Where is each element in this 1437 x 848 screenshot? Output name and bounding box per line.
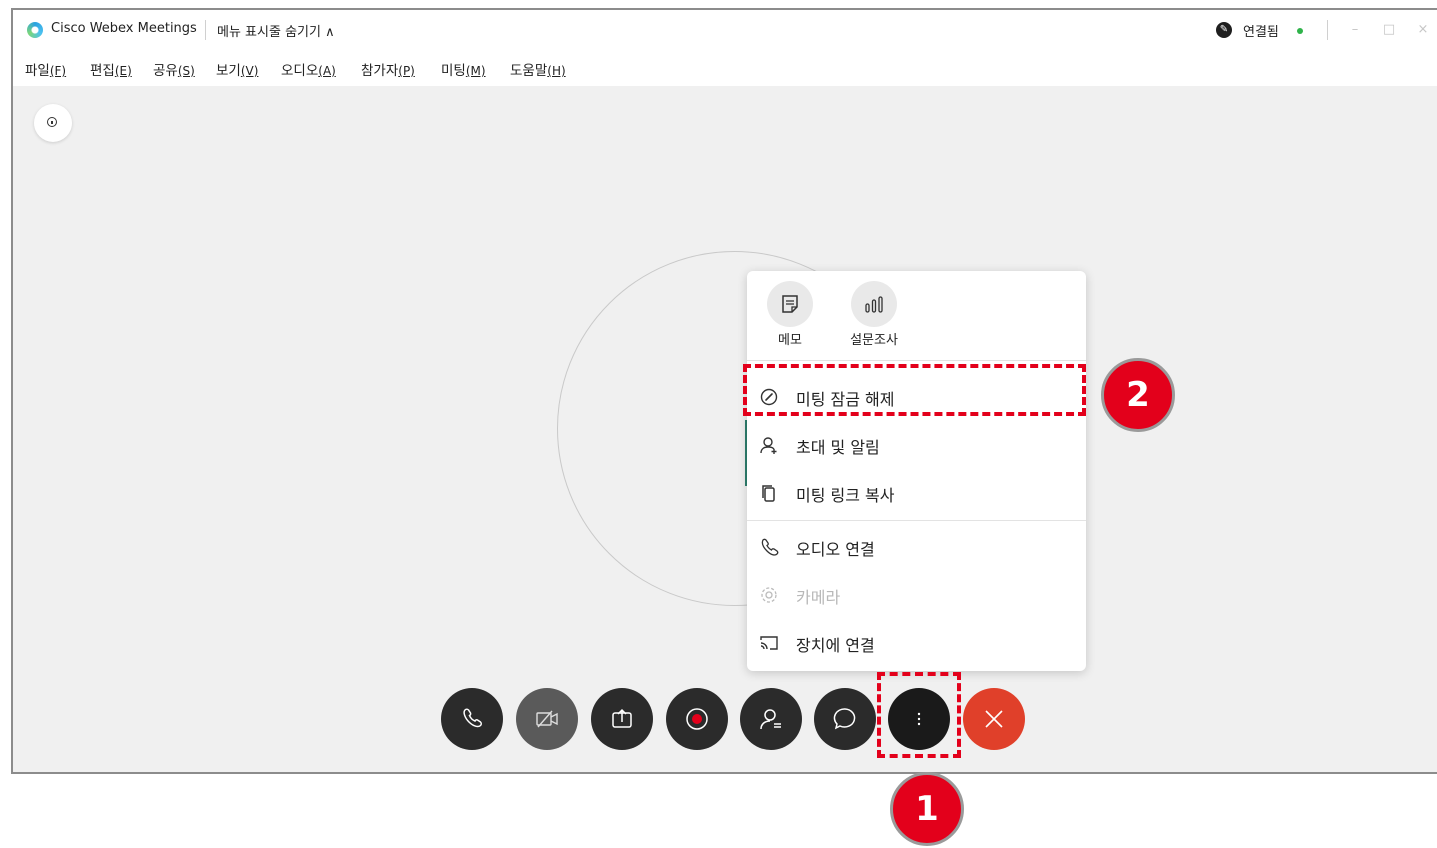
step1-badge: 1 bbox=[890, 772, 964, 846]
menu-item-invite[interactable]: 초대 및 알림 bbox=[747, 421, 1086, 469]
menu-item-camera: 카메라 bbox=[747, 571, 1086, 619]
hide-menubar-toggle[interactable]: 메뉴 표시줄 숨기기 ∧ bbox=[217, 21, 335, 40]
info-icon bbox=[47, 117, 57, 127]
chat-button[interactable] bbox=[814, 688, 876, 750]
connection-status[interactable]: 연결됨 bbox=[1243, 21, 1279, 40]
title-divider bbox=[205, 20, 206, 40]
close-window-button[interactable]: × bbox=[1411, 18, 1435, 42]
connect-device-label: 장치에 연결 bbox=[796, 636, 875, 655]
record-button[interactable] bbox=[666, 688, 728, 750]
notes-icon bbox=[782, 295, 798, 313]
menu-view[interactable]: 보기(V) bbox=[216, 59, 258, 79]
participants-button[interactable] bbox=[740, 688, 802, 750]
phone-icon bbox=[761, 538, 779, 556]
title-bar: Cisco Webex Meetings 메뉴 표시줄 숨기기 ∧ ✎ 연결됨 … bbox=[13, 10, 1437, 50]
gear-icon bbox=[761, 587, 777, 603]
polling-icon bbox=[865, 296, 883, 313]
menu-meeting[interactable]: 미팅(M) bbox=[441, 59, 486, 79]
polling-label: 설문조사 bbox=[850, 333, 898, 348]
invite-label: 초대 및 알림 bbox=[796, 438, 880, 457]
camera-label: 카메라 bbox=[796, 588, 841, 607]
copy-icon bbox=[762, 485, 775, 502]
window-controls-divider bbox=[1327, 20, 1328, 40]
copy-link-label: 미팅 링크 복사 bbox=[796, 486, 895, 505]
app-title: Cisco Webex Meetings bbox=[51, 21, 197, 36]
notes-button[interactable] bbox=[767, 281, 813, 327]
menu-item-connect-audio[interactable]: 오디오 연결 bbox=[747, 523, 1086, 571]
share-button[interactable] bbox=[591, 688, 653, 750]
notes-label: 메모 bbox=[778, 333, 802, 348]
close-icon bbox=[985, 710, 1003, 728]
maximize-button[interactable]: □ bbox=[1377, 18, 1401, 42]
connection-icon: ✎ bbox=[1216, 22, 1232, 38]
connection-status-dot bbox=[1297, 28, 1303, 34]
menu-participants[interactable]: 참가자(P) bbox=[361, 59, 415, 79]
audio-button[interactable] bbox=[441, 688, 503, 750]
polling-button[interactable] bbox=[851, 281, 897, 327]
meeting-stage bbox=[13, 86, 1437, 772]
chat-icon bbox=[833, 708, 856, 730]
menu-share[interactable]: 공유(S) bbox=[153, 59, 195, 79]
minimize-button[interactable]: – bbox=[1343, 18, 1367, 42]
video-off-icon bbox=[536, 710, 558, 728]
menu-audio[interactable]: 오디오(A) bbox=[281, 59, 336, 79]
meeting-info-button[interactable] bbox=[34, 104, 72, 142]
menu-help[interactable]: 도움말(H) bbox=[510, 59, 566, 79]
menu-item-connect-device[interactable]: 장치에 연결 bbox=[747, 619, 1086, 667]
step2-highlight-box bbox=[743, 364, 1086, 416]
connect-audio-label: 오디오 연결 bbox=[796, 540, 875, 559]
menu-file[interactable]: 파일(F) bbox=[25, 59, 66, 79]
participants-icon bbox=[760, 709, 781, 730]
invite-user-icon bbox=[760, 437, 777, 454]
step2-badge: 2 bbox=[1101, 358, 1175, 432]
step1-highlight-box bbox=[877, 672, 961, 758]
menu-item-copy-link[interactable]: 미팅 링크 복사 bbox=[747, 469, 1086, 517]
more-options-menu: 메모 설문조사 미팅 잠금 해제 초대 및 알림 미팅 링크 복사 오디오 연결… bbox=[747, 271, 1086, 671]
menu-divider bbox=[747, 360, 1086, 361]
record-icon bbox=[686, 708, 708, 730]
cast-icon bbox=[760, 636, 778, 650]
phone-icon bbox=[463, 708, 482, 728]
menu-divider bbox=[747, 520, 1086, 521]
webex-window: Cisco Webex Meetings 메뉴 표시줄 숨기기 ∧ ✎ 연결됨 … bbox=[11, 8, 1437, 774]
share-icon bbox=[612, 708, 632, 728]
leave-button[interactable] bbox=[963, 688, 1025, 750]
video-button[interactable] bbox=[516, 688, 578, 750]
menu-bar: 파일(F) 편집(E) 공유(S) 보기(V) 오디오(A) 참가자(P) 미팅… bbox=[13, 50, 1437, 86]
webex-logo-icon bbox=[27, 22, 43, 38]
menu-edit[interactable]: 편집(E) bbox=[90, 59, 132, 79]
